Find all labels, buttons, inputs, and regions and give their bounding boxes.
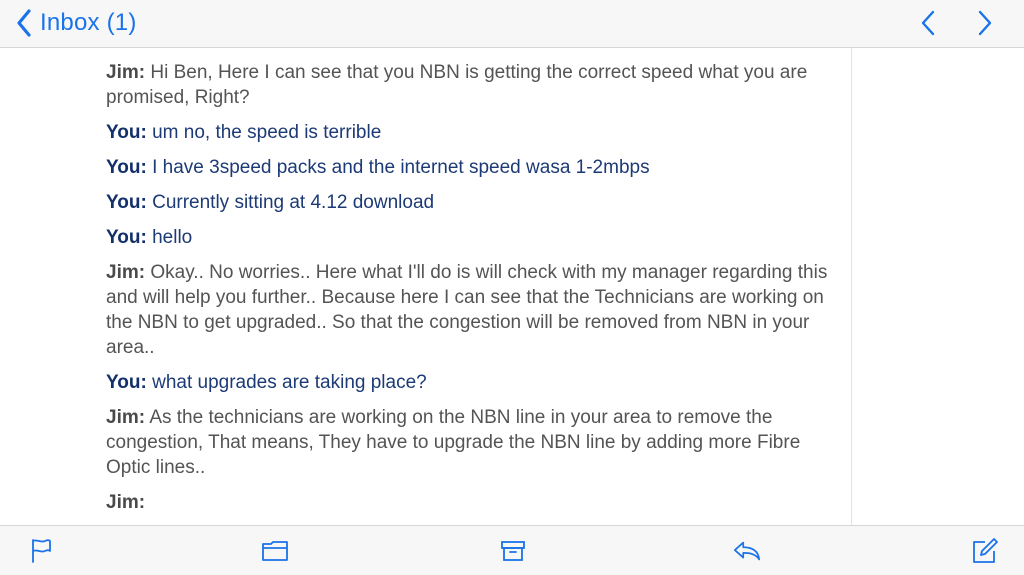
message-speaker: You: — [106, 192, 147, 213]
reply-button[interactable] — [732, 536, 762, 566]
move-to-folder-button[interactable] — [260, 536, 290, 566]
bottom-toolbar — [0, 525, 1024, 575]
next-message-button[interactable] — [969, 7, 1001, 39]
message-text: Hi Ben, Here I can see that you NBN is g… — [106, 62, 808, 108]
chat-message: Jim: Okay.. No worries.. Here what I'll … — [106, 260, 836, 360]
message-text: As the technicians are working on the NB… — [106, 407, 801, 478]
message-body[interactable]: Jim: Hi Ben, Here I can see that you NBN… — [0, 48, 1024, 525]
message-text: I have 3speed packs and the internet spe… — [152, 157, 650, 178]
message-speaker: You: — [106, 157, 147, 178]
previous-message-button[interactable] — [912, 7, 944, 39]
folder-icon — [262, 541, 288, 561]
message-speaker: You: — [106, 227, 147, 248]
archive-icon — [501, 541, 525, 561]
message-text: Okay.. No worries.. Here what I'll do is… — [106, 262, 828, 358]
inbox-label: Inbox (1) — [40, 9, 137, 36]
flag-button[interactable] — [26, 536, 56, 566]
chat-transcript: Jim: Hi Ben, Here I can see that you NBN… — [106, 60, 836, 525]
chevron-up-icon — [921, 10, 935, 36]
message-speaker: You: — [106, 372, 147, 393]
reply-icon — [733, 541, 761, 561]
chat-message: You: I have 3speed packs and the interne… — [106, 155, 836, 180]
message-speaker: Jim: — [106, 62, 146, 83]
chat-message: You: um no, the speed is terrible — [106, 120, 836, 145]
chat-message: You: hello — [106, 225, 836, 250]
compose-button[interactable] — [970, 536, 1000, 566]
message-speaker: Jim: — [106, 262, 146, 283]
message-text: hello — [152, 227, 193, 248]
column-divider — [851, 48, 852, 525]
chevron-down-icon — [978, 10, 992, 36]
compose-icon — [973, 538, 998, 563]
back-to-inbox-button[interactable]: Inbox (1) — [16, 5, 137, 41]
chat-message: You: Currently sitting at 4.12 download — [106, 190, 836, 215]
chat-message: Jim: As the technicians are working on t… — [106, 405, 836, 480]
chat-message: You: what upgrades are taking place? — [106, 370, 836, 395]
message-speaker: Jim: — [106, 492, 146, 513]
chat-message: Jim: — [106, 490, 836, 515]
navigation-bar: Inbox (1) — [0, 0, 1024, 48]
message-text: Currently sitting at 4.12 download — [152, 192, 435, 213]
message-text: what upgrades are taking place? — [152, 372, 427, 393]
chat-message: Jim: Hi Ben, Here I can see that you NBN… — [106, 60, 836, 110]
message-speaker: Jim: — [106, 407, 146, 428]
message-text: um no, the speed is terrible — [152, 122, 382, 143]
flag-icon — [32, 539, 51, 563]
message-speaker: You: — [106, 122, 147, 143]
archive-button[interactable] — [498, 536, 528, 566]
chevron-left-icon — [17, 9, 31, 37]
